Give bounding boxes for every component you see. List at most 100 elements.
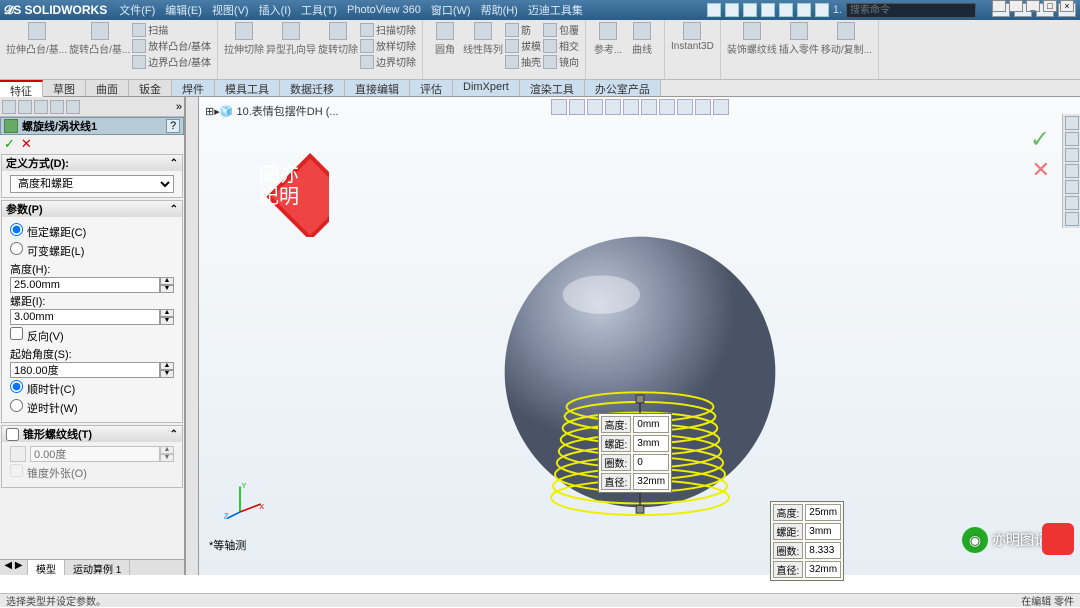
- tab-data[interactable]: 数据迁移: [280, 80, 345, 96]
- boundary-button[interactable]: 边界凸台/基体: [132, 54, 211, 69]
- section-view-icon[interactable]: [605, 99, 621, 115]
- tab-render[interactable]: 渲染工具: [520, 80, 585, 96]
- pitch-down-button[interactable]: ▼: [160, 317, 174, 325]
- revolve-boss-button[interactable]: 旋转凸台/基...: [69, 22, 130, 69]
- qat-recent[interactable]: 1.: [833, 4, 842, 16]
- instant3d-button[interactable]: Instant3D: [671, 22, 714, 52]
- menu-window[interactable]: 窗口(W): [431, 2, 471, 18]
- taskpane-lib-icon[interactable]: [1065, 132, 1079, 146]
- tab-features[interactable]: 特征: [0, 80, 43, 97]
- extrude-cut-button[interactable]: 拉伸切除: [224, 22, 264, 69]
- menu-help[interactable]: 帮助(H): [481, 2, 518, 18]
- qat-options-icon[interactable]: [815, 3, 829, 17]
- tab-dimxpert[interactable]: DimXpert: [453, 80, 520, 96]
- loft-button[interactable]: 放样凸台/基体: [132, 38, 211, 53]
- view-settings-icon[interactable]: [713, 99, 729, 115]
- curves-button[interactable]: 曲线: [626, 22, 658, 56]
- graphics-viewport[interactable]: ⊞▸🧊 10.表情包摆件DH (... 圖亦 記明: [199, 97, 1080, 575]
- loft-cut-button[interactable]: 放样切除: [360, 38, 416, 53]
- hole-wizard-button[interactable]: 异型孔向导: [266, 22, 316, 69]
- qat-open-icon[interactable]: [725, 3, 739, 17]
- tab-office[interactable]: 办公室产品: [585, 80, 661, 96]
- motion-tab[interactable]: 运动算例 1: [65, 560, 130, 575]
- menu-edit[interactable]: 编辑(E): [165, 2, 202, 18]
- tab-surface[interactable]: 曲面: [86, 80, 129, 96]
- menu-view[interactable]: 视图(V): [212, 2, 249, 18]
- tab-weldments[interactable]: 焊件: [172, 80, 215, 96]
- revolve-cut-button[interactable]: 旋转切除: [318, 22, 358, 69]
- cosmetic-thread-button[interactable]: 装饰螺纹线: [727, 22, 777, 56]
- zoom-area-icon[interactable]: [569, 99, 585, 115]
- display-style-icon[interactable]: [641, 99, 657, 115]
- menu-tools[interactable]: 工具(T): [301, 2, 337, 18]
- menu-insert[interactable]: 插入(I): [259, 2, 291, 18]
- tab-direct[interactable]: 直接编辑: [345, 80, 410, 96]
- start-angle-input[interactable]: [10, 362, 160, 378]
- intersect-button[interactable]: 相交: [543, 38, 579, 53]
- height-up-button[interactable]: ▲: [160, 277, 174, 285]
- mdi-max-icon[interactable]: □: [1043, 0, 1057, 12]
- confirm-cancel-icon[interactable]: ✕: [1032, 157, 1050, 183]
- draft-button[interactable]: 拔模: [505, 38, 541, 53]
- shell-button[interactable]: 抽壳: [505, 54, 541, 69]
- zoom-fit-icon[interactable]: [551, 99, 567, 115]
- pm-cancel-button[interactable]: ✕: [21, 136, 32, 152]
- angle-down-button[interactable]: ▼: [160, 370, 174, 378]
- model-tab[interactable]: 模型: [28, 560, 65, 575]
- hide-show-icon[interactable]: [659, 99, 675, 115]
- pm-tab-prop-icon[interactable]: [18, 100, 32, 114]
- ccw-radio[interactable]: 逆时针(W): [10, 399, 174, 416]
- cw-radio[interactable]: 顺时针(C): [10, 380, 174, 397]
- taper-checkbox[interactable]: [6, 428, 19, 441]
- const-pitch-radio[interactable]: 恒定螺距(C): [10, 223, 174, 240]
- qat-rebuild-icon[interactable]: [797, 3, 811, 17]
- taskpane-home-icon[interactable]: [1065, 116, 1079, 130]
- definition-select[interactable]: 高度和螺距: [10, 175, 174, 193]
- pm-tab-feature-icon[interactable]: [2, 100, 16, 114]
- boundary-cut-button[interactable]: 边界切除: [360, 54, 416, 69]
- pitch-up-button[interactable]: ▲: [160, 309, 174, 317]
- var-pitch-radio[interactable]: 可变螺距(L): [10, 242, 174, 259]
- collapse-icon[interactable]: ⌃: [170, 158, 178, 169]
- sweep-cut-button[interactable]: 扫描切除: [360, 22, 416, 37]
- prev-view-icon[interactable]: [587, 99, 603, 115]
- breadcrumb[interactable]: ⊞▸🧊 10.表情包摆件DH (...: [205, 103, 339, 119]
- appearance-icon[interactable]: [677, 99, 693, 115]
- pm-ok-button[interactable]: ✓: [4, 136, 15, 152]
- qat-print-icon[interactable]: [761, 3, 775, 17]
- mdi-2-icon[interactable]: [1009, 0, 1023, 12]
- pm-tab-display-icon[interactable]: [50, 100, 64, 114]
- taskpane-explorer-icon[interactable]: [1065, 148, 1079, 162]
- rib-button[interactable]: 筋: [505, 22, 541, 37]
- confirm-ok-icon[interactable]: ✓: [1030, 125, 1050, 154]
- tab-sheetmetal[interactable]: 钣金: [129, 80, 172, 96]
- mirror-button[interactable]: 镜向: [543, 54, 579, 69]
- qat-save-icon[interactable]: [743, 3, 757, 17]
- pitch-input[interactable]: [10, 309, 160, 325]
- pm-tab-config-icon[interactable]: [34, 100, 48, 114]
- collapse-icon[interactable]: ⌃: [170, 204, 178, 215]
- mdi-min-icon[interactable]: _: [1026, 0, 1040, 12]
- extrude-boss-button[interactable]: 拉伸凸台/基...: [6, 22, 67, 69]
- tab-evaluate[interactable]: 评估: [410, 80, 453, 96]
- wrap-button[interactable]: 包覆: [543, 22, 579, 37]
- move-copy-button[interactable]: 移动/复制...: [821, 22, 872, 56]
- mdi-1-icon[interactable]: [992, 0, 1006, 12]
- fillet-button[interactable]: 圆角: [429, 22, 461, 69]
- qat-undo-icon[interactable]: [779, 3, 793, 17]
- flyout-bar[interactable]: [186, 97, 199, 575]
- pm-help-button[interactable]: ?: [166, 119, 180, 133]
- taskpane-view-icon[interactable]: [1065, 164, 1079, 178]
- pm-tab-e-icon[interactable]: [66, 100, 80, 114]
- reverse-checkbox[interactable]: 反向(V): [10, 327, 174, 344]
- tab-sketch[interactable]: 草图: [43, 80, 86, 96]
- taskpane-appear-icon[interactable]: [1065, 180, 1079, 194]
- taskpane-forum-icon[interactable]: [1065, 212, 1079, 226]
- menu-photoview[interactable]: PhotoView 360: [347, 4, 421, 16]
- scene-icon[interactable]: [695, 99, 711, 115]
- insert-part-button[interactable]: 插入零件: [779, 22, 819, 56]
- reference-geom-button[interactable]: 参考...: [592, 22, 624, 56]
- angle-up-button[interactable]: ▲: [160, 362, 174, 370]
- search-input[interactable]: [846, 3, 976, 18]
- menu-maidi[interactable]: 迈迪工具集: [528, 2, 583, 18]
